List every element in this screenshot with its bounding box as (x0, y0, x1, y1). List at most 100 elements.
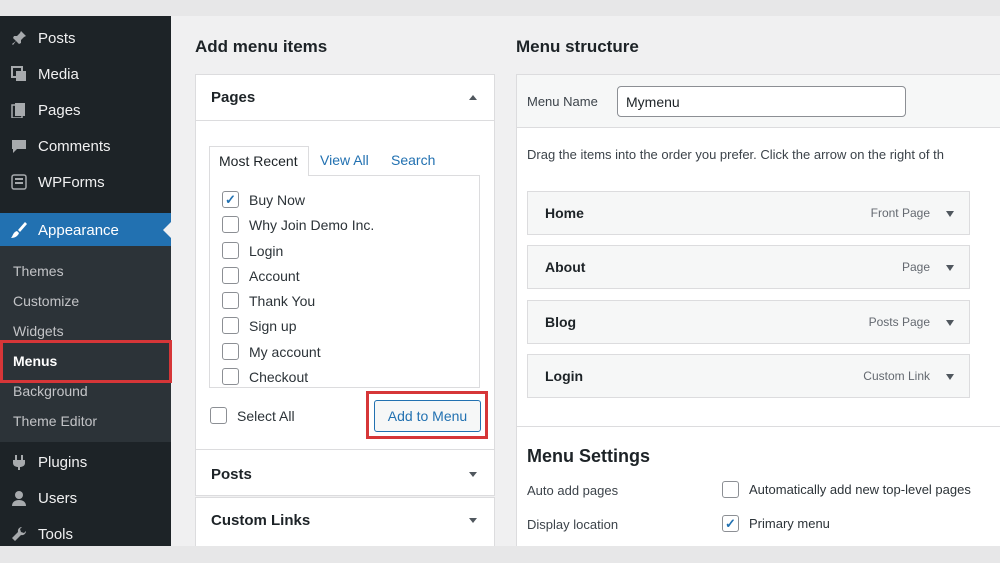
page-checkbox-row[interactable]: Checkout (222, 368, 308, 385)
page-label: Why Join Demo Inc. (249, 216, 375, 233)
sidebar-item-users[interactable]: Users (0, 483, 171, 513)
menu-name-label: Menu Name (527, 94, 598, 109)
auto-add-pages-label: Auto add pages (527, 483, 619, 498)
wpforms-icon (9, 172, 29, 192)
pages-icon (9, 100, 29, 120)
page-checkbox-row[interactable]: Account (222, 267, 300, 284)
expand-arrow-icon[interactable] (469, 518, 477, 523)
wrench-icon (9, 524, 29, 544)
pages-box-title[interactable]: Pages (211, 89, 255, 106)
sidebar-item-label: Comments (38, 137, 111, 155)
user-icon (9, 488, 29, 508)
sidebar-item-pages[interactable]: Pages (0, 95, 171, 125)
pin-icon (9, 28, 29, 48)
sidebar-item-label: Pages (38, 101, 81, 119)
menu-item-type: Custom Link (863, 369, 930, 383)
page-checkbox-row[interactable]: My account (222, 343, 321, 360)
sidebar-item-posts[interactable]: Posts (0, 23, 171, 53)
page-label: Sign up (249, 317, 297, 334)
menu-item-title: Login (545, 368, 584, 384)
page-checkbox-row[interactable]: Sign up (222, 317, 296, 334)
page-label: Login (249, 242, 284, 259)
dropdown-arrow-icon[interactable] (946, 265, 954, 271)
image-frame-bottom (0, 546, 1000, 563)
sidebar-item-label: Appearance (38, 221, 119, 239)
display-location-label: Display location (527, 517, 619, 532)
select-all-checkbox[interactable] (210, 407, 227, 424)
primary-menu-option[interactable]: ✓ Primary menu (722, 515, 830, 532)
auto-add-pages-option-label: Automatically add new top-level pages (749, 482, 971, 497)
menu-item-type: Posts Page (868, 315, 930, 329)
custom-links-box-title[interactable]: Custom Links (211, 512, 310, 529)
sidebar-item-appearance[interactable]: Appearance (0, 213, 171, 247)
select-all-row[interactable]: Select All (210, 407, 295, 424)
page-checkbox-row[interactable]: Thank You (222, 292, 315, 309)
menu-settings-title: Menu Settings (527, 446, 651, 466)
menu-item-type: Front Page (870, 206, 930, 220)
checkbox-checked[interactable]: ✓ (222, 191, 239, 208)
submenu-item-themes[interactable]: Themes (13, 263, 64, 279)
sidebar-item-wpforms[interactable]: WPForms (0, 167, 171, 197)
select-all-label: Select All (237, 407, 295, 424)
posts-box-title[interactable]: Posts (211, 466, 252, 483)
menu-item-title: About (545, 259, 586, 275)
dropdown-arrow-icon[interactable] (946, 320, 954, 326)
page-checkbox-row[interactable]: ✓ Buy Now (222, 191, 305, 208)
tab-search[interactable]: Search (391, 152, 435, 168)
checkbox[interactable] (222, 216, 239, 233)
checkbox[interactable] (222, 242, 239, 259)
tab-view-all[interactable]: View All (320, 152, 369, 168)
sidebar-item-plugins[interactable]: Plugins (0, 447, 171, 477)
sidebar-item-label: WPForms (38, 173, 105, 191)
menu-item-login[interactable]: Login Custom Link (527, 354, 970, 398)
sidebar-item-comments[interactable]: Comments (0, 131, 171, 161)
checkbox[interactable] (222, 317, 239, 334)
image-frame-top (0, 0, 1000, 16)
media-icon (9, 64, 29, 84)
sidebar-item-label: Posts (38, 29, 76, 47)
active-indicator (163, 222, 171, 238)
sidebar-item-label: Plugins (38, 453, 88, 471)
dropdown-arrow-icon[interactable] (946, 211, 954, 217)
submenu-item-widgets[interactable]: Widgets (13, 323, 64, 339)
menu-item-about[interactable]: About Page (527, 245, 970, 289)
brush-icon (9, 220, 29, 240)
page-label: Checkout (249, 368, 309, 385)
submenu-item-theme-editor[interactable]: Theme Editor (13, 413, 97, 429)
plug-icon (9, 452, 29, 472)
menu-structure-heading: Menu structure (516, 37, 639, 56)
checkbox[interactable] (222, 343, 239, 360)
menu-item-blog[interactable]: Blog Posts Page (527, 300, 970, 344)
auto-add-pages-option[interactable]: Automatically add new top-level pages (722, 481, 971, 498)
add-to-menu-highlight-box (366, 391, 488, 439)
checkbox[interactable] (222, 292, 239, 309)
page-checkbox-row[interactable]: Login (222, 242, 283, 259)
auto-add-pages-checkbox[interactable] (722, 481, 739, 498)
submenu-item-background[interactable]: Background (13, 383, 88, 399)
sidebar-item-label: Users (38, 489, 78, 507)
page-label: My account (249, 343, 321, 360)
dropdown-arrow-icon[interactable] (946, 374, 954, 380)
page-checkbox-row[interactable]: Why Join Demo Inc. (222, 216, 374, 233)
menus-highlight-box (0, 340, 172, 383)
divider (196, 120, 494, 121)
divider (517, 426, 1000, 427)
expand-arrow-icon[interactable] (469, 472, 477, 477)
menu-item-title: Home (545, 205, 584, 221)
sidebar-item-label: Media (38, 65, 79, 83)
menu-instructions: Drag the items into the order you prefer… (527, 147, 944, 162)
checkbox[interactable] (222, 368, 239, 385)
primary-menu-checkbox[interactable]: ✓ (722, 515, 739, 532)
page-label: Thank You (249, 292, 316, 309)
page-label: Account (249, 267, 300, 284)
submenu-item-customize[interactable]: Customize (13, 293, 79, 309)
sidebar-item-media[interactable]: Media (0, 59, 171, 89)
tab-most-recent[interactable]: Most Recent (209, 146, 309, 176)
primary-menu-option-label: Primary menu (749, 516, 830, 531)
menu-name-input[interactable] (617, 86, 906, 117)
menu-item-title: Blog (545, 314, 577, 330)
checkbox[interactable] (222, 267, 239, 284)
sidebar-item-tools[interactable]: Tools (0, 519, 171, 549)
collapse-arrow-icon[interactable] (469, 95, 477, 100)
menu-item-home[interactable]: Home Front Page (527, 191, 970, 235)
